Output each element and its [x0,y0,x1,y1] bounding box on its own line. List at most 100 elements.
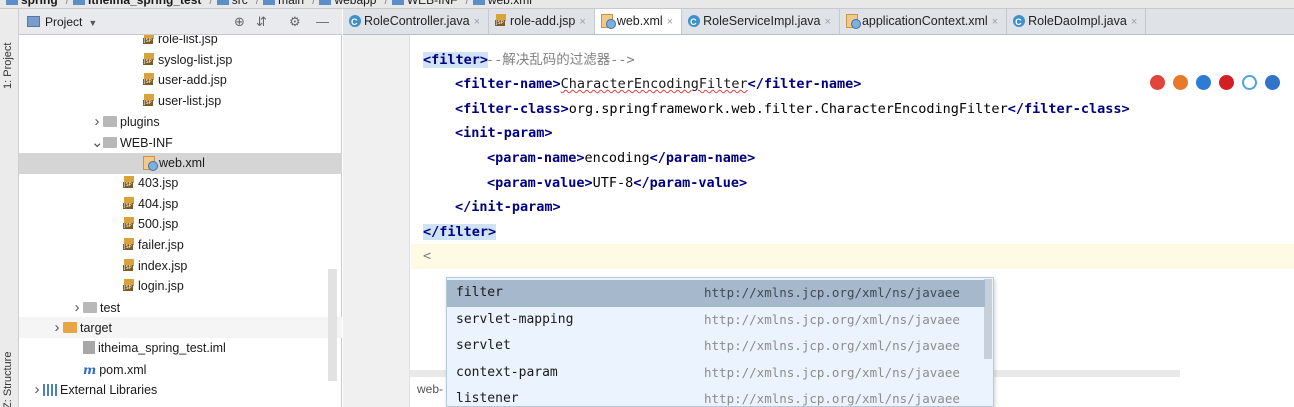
ie-icon[interactable] [1242,75,1257,91]
tree-item[interactable]: › External Libraries [19,379,342,400]
tree-item[interactable]: 403.jsp [19,173,342,194]
close-icon[interactable]: × [992,16,998,28]
folder-icon [73,0,86,5]
completion-item-namespace: http://xmlns.jcp.org/xml/ns/javaee [704,391,960,406]
tree-item[interactable]: user-list.jsp [19,91,342,112]
tree-item-label: test [100,300,121,315]
xml-tag: </param-name> [649,149,756,166]
tree-item[interactable]: syslog-list.jsp [19,50,342,71]
code-text: org.springframework.web.filter.Character… [568,100,1008,117]
completion-item[interactable]: filter http://xmlns.jcp.org/xml/ns/javaee [447,280,985,307]
tree-item[interactable]: index.jsp [19,256,342,277]
tree-item[interactable]: m pom.xml [19,359,342,380]
completion-item[interactable]: servlet http://xmlns.jcp.org/xml/ns/javae… [447,333,985,360]
breadcrumb-separator: / [65,0,70,7]
breadcrumb-item[interactable]: webapp [319,0,376,7]
chevron-right-icon[interactable]: › [51,317,63,338]
code-line: 16< [411,244,1294,269]
chrome-icon[interactable] [1150,75,1165,91]
tree-item[interactable]: failer.jsp [19,235,342,256]
tree-item[interactable]: › test [19,297,342,318]
tree-item[interactable]: › plugins [19,111,342,132]
tree-item[interactable]: ⌄ WEB-INF [19,132,342,153]
tree-item[interactable]: web.xml [19,152,342,174]
chevron-right-icon[interactable]: › [71,297,83,318]
tree-item-label: itheima_spring_test.iml [98,341,226,355]
code-line: 11<init-param> [411,121,1294,146]
completion-item[interactable]: context-param http://xmlns.jcp.org/xml/ns… [447,360,985,387]
chevron-right-icon[interactable]: › [91,111,103,132]
editor-tab-label: RoleController.java [364,14,470,28]
project-tree-scrollbar[interactable] [328,269,337,381]
tree-item[interactable]: › target [19,317,342,339]
folder-icon [472,0,485,5]
java-class-icon [1013,10,1026,34]
java-class-icon [349,10,361,34]
editor-tab[interactable]: web.xml × [594,9,683,34]
project-panel-title: Project [45,15,83,29]
collapse-all-icon[interactable]: ⇵ [256,14,267,30]
chevron-down-icon[interactable]: ⌄ [91,132,104,153]
browser-preview-icons [1142,75,1280,91]
tree-item[interactable]: role-list.jsp [19,35,342,50]
breadcrumb-item[interactable]: src [216,0,248,7]
edge-icon[interactable] [1265,75,1280,91]
breadcrumb-item[interactable]: WEB-INF [391,0,458,7]
breadcrumb-item[interactable]: itheima_spring_test [73,0,201,7]
code-content: <filter-class>org.springframework.web.fi… [411,97,1130,122]
jsp-file-icon [123,258,136,272]
completion-item-name: servlet-mapping [456,311,574,327]
xml-tag: <filter-class> [455,100,569,117]
project-tree: role-list.jsp syslog-list.jsp user-add.jsp… [19,35,342,407]
gear-icon[interactable]: ⚙ [289,14,301,30]
breadcrumb-item[interactable]: spring [6,0,58,7]
completion-item[interactable]: listener http://xmlns.jcp.org/xml/ns/java… [447,386,985,406]
close-icon[interactable]: × [825,16,831,28]
xml-tag: </init-param> [455,199,561,216]
opera-icon[interactable] [1219,75,1234,91]
tree-item-label: 404.jsp [138,196,179,211]
code-content: <param-value>UTF-8</param-value> [411,171,747,196]
editor-tab[interactable]: RoleDaoImpl.java × [1007,9,1147,34]
code-text: UTF-8 [592,174,634,191]
close-icon[interactable]: × [474,16,480,28]
hide-panel-icon[interactable]: — [316,14,329,29]
tree-item[interactable]: 500.jsp [19,214,342,235]
chevron-right-icon[interactable]: › [31,379,43,400]
tree-item[interactable]: user-add.jsp [19,70,342,91]
folder-icon [319,0,332,5]
close-icon[interactable]: × [667,16,673,28]
breadcrumb-label: WEB-INF [406,0,458,7]
completion-scrollbar[interactable] [984,279,992,359]
close-icon[interactable]: × [1131,16,1137,28]
breadcrumb: spring / itheima_spring_test / src / main / weba… [0,0,1294,9]
excluded-folder-icon [63,322,77,334]
tree-item[interactable]: login.jsp [19,276,342,297]
safari-icon[interactable] [1196,75,1211,91]
tree-item[interactable]: itheima_spring_test.iml [19,338,342,359]
code-line: 12<param-name>encoding</param-name> [411,146,1294,171]
structure-tool-tab[interactable]: Z: Structure [2,349,17,407]
project-view-selector[interactable]: Project ▼ [27,15,97,29]
breadcrumb-item[interactable]: web.xml [472,0,532,7]
xml-tag: </filter-class> [1007,100,1130,117]
completion-item-name: servlet [456,338,511,353]
code-text: CharacterEncodingFilter [560,76,748,93]
line-number-gutter [343,35,410,407]
code-content: </filter> [411,220,497,245]
editor-tab[interactable]: role-add.jsp× [489,9,595,34]
editor-tab[interactable]: RoleController.java × [343,9,490,34]
tree-item[interactable]: 404.jsp [19,194,342,215]
project-tool-tab[interactable]: 1: Project [2,29,17,89]
code-line: 14</init-param> [411,195,1294,220]
xml-tag: <param-name> [487,149,585,166]
locate-icon[interactable]: ⊕ [234,14,245,30]
firefox-icon[interactable] [1173,75,1188,91]
editor-tab[interactable]: applicationContext.xml × [840,9,1008,34]
close-icon[interactable]: × [579,16,585,28]
editor-tab[interactable]: RoleServiceImpl.java × [682,9,840,34]
completion-item[interactable]: servlet-mapping http://xmlns.jcp.org/xml/… [447,307,985,334]
breadcrumb-item[interactable]: main [263,0,304,7]
code-line: 8<filter> [411,48,1294,73]
jsp-file-icon [143,93,156,107]
